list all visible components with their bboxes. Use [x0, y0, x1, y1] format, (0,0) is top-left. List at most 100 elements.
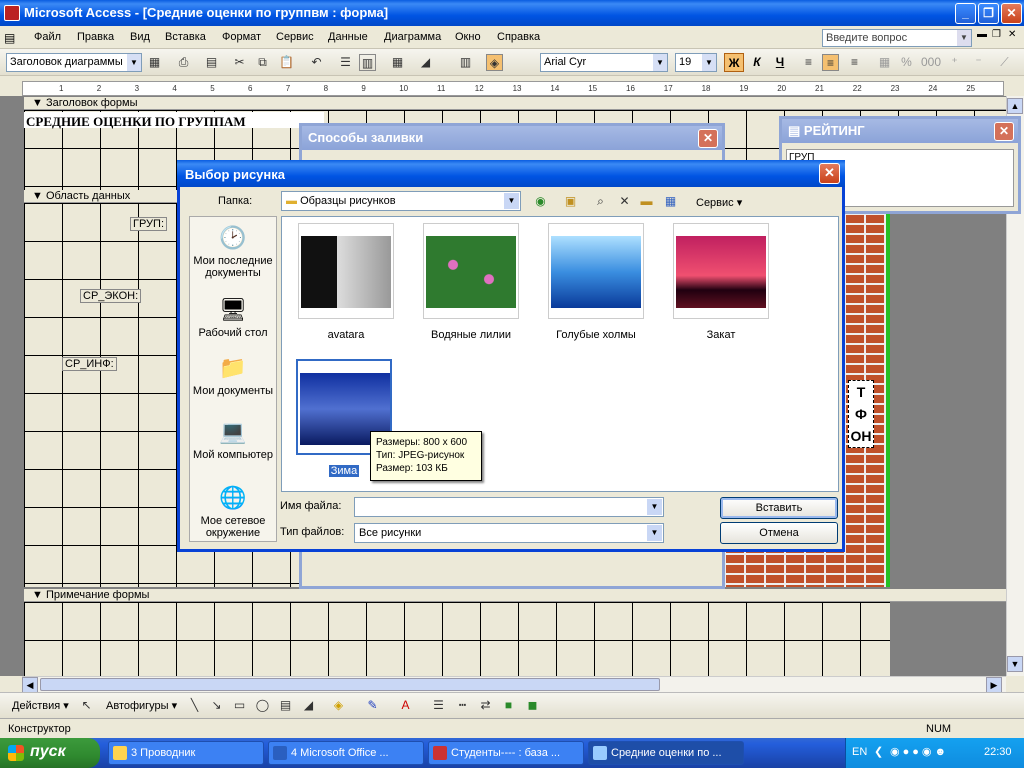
start-button[interactable]: пуск [0, 738, 100, 768]
arrow-style-icon[interactable]: ⇄ [477, 697, 494, 714]
form-footer-grid[interactable] [24, 602, 890, 676]
horizontal-scrollbar[interactable]: ◀ ▶ [22, 676, 1006, 693]
field-label-econ[interactable]: СР_ЭКОН: [80, 289, 142, 303]
chevron-down-icon[interactable]: ▼ [702, 54, 716, 71]
place-network[interactable]: 🌐 Мое сетевое окружение [190, 483, 276, 539]
datasheet-icon[interactable]: ▤ [203, 54, 220, 71]
scroll-left-icon[interactable]: ◀ [22, 677, 38, 693]
menu-view[interactable]: Вид [130, 31, 150, 43]
search-web-icon[interactable]: ⌕ [592, 193, 609, 210]
close-button[interactable]: ✕ [1001, 3, 1022, 24]
italic-button[interactable]: К [747, 53, 767, 72]
field-label-inf[interactable]: СР_ИНФ: [62, 357, 117, 371]
back-icon[interactable]: ◉ [532, 193, 549, 210]
restore-button[interactable]: ❐ [978, 3, 999, 24]
chevron-down-icon[interactable]: ▼ [504, 193, 519, 209]
textbox-icon[interactable]: ▤ [277, 697, 294, 714]
ask-dropdown-icon[interactable]: ▼ [957, 30, 971, 46]
scroll-up-icon[interactable]: ▲ [1007, 98, 1023, 114]
place-my-documents[interactable]: 📁 Мои документы [190, 353, 276, 397]
delete-icon[interactable]: ✕ [616, 193, 633, 210]
dash-style-icon[interactable]: ┅ [454, 697, 471, 714]
field-label-group[interactable]: ГРУП: [130, 217, 168, 231]
object-combo[interactable]: Заголовок диаграммы ▼ [6, 53, 142, 72]
align-center-icon[interactable]: ≡ [822, 54, 839, 71]
align-right-icon[interactable]: ≡ [846, 54, 863, 71]
tools-menu[interactable]: Сервис ▾ [696, 196, 742, 209]
up-folder-icon[interactable]: ▣ [562, 193, 579, 210]
place-desktop[interactable]: 🖥 Рабочий стол [190, 295, 276, 339]
doc-restore-icon[interactable]: ❐ [992, 29, 1001, 40]
minimize-button[interactable]: _ [955, 3, 976, 24]
chevron-down-icon[interactable]: ▼ [647, 499, 662, 515]
chart-axis-labels[interactable]: Т Ф ОН [848, 380, 874, 448]
doc-close-icon[interactable]: ✕ [1008, 29, 1016, 40]
form-footer-section-bar[interactable]: ▼ Примечание формы [24, 589, 1006, 602]
new-folder-icon[interactable]: ▬ [638, 193, 655, 210]
table-icon[interactable]: ▦ [389, 54, 406, 71]
align-left-icon[interactable]: ≡ [800, 54, 817, 71]
wordart-icon[interactable]: ◢ [300, 697, 317, 714]
place-recent[interactable]: 🕑 Мои последние документы [190, 223, 276, 279]
by-row-icon[interactable]: ☰ [337, 54, 354, 71]
taskbar-item-form[interactable]: Средние оценки по ... [588, 741, 744, 765]
format-object-icon[interactable]: ▦ [146, 54, 163, 71]
menu-edit[interactable]: Правка [77, 31, 114, 43]
form-header-title[interactable]: СРЕДНИЕ ОЦЕНКИ ПО ГРУППАМ [26, 114, 246, 130]
file-thumb[interactable]: Закат [673, 223, 769, 341]
menu-window[interactable]: Окно [455, 31, 481, 43]
menu-data[interactable]: Данные [328, 31, 368, 43]
tray-icons[interactable]: ◉●●◉☻ [890, 745, 949, 758]
tray-arrow-icon[interactable]: ❮ [874, 745, 883, 758]
copy-icon[interactable]: ⧉ [254, 54, 271, 71]
file-thumb[interactable]: Голубые холмы [548, 223, 644, 341]
rectangle-icon[interactable]: ▭ [231, 697, 248, 714]
file-thumb[interactable]: Водяные лилии [423, 223, 519, 341]
language-indicator[interactable]: EN [852, 746, 867, 758]
form-menu-icon[interactable]: ▤ [4, 31, 15, 45]
taskbar-item-database[interactable]: Студенты---- : база ... [428, 741, 584, 765]
horizontal-scroll-thumb[interactable] [40, 678, 660, 691]
menu-insert[interactable]: Вставка [165, 31, 206, 43]
bold-button[interactable]: Ж [724, 53, 744, 72]
chevron-down-icon[interactable]: ▼ [653, 54, 667, 71]
paste-icon[interactable]: 📋 [278, 54, 295, 71]
scroll-down-icon[interactable]: ▼ [1007, 656, 1023, 672]
place-my-computer[interactable]: 💻 Мой компьютер [190, 417, 276, 461]
fill-effects-close-icon[interactable]: ✕ [698, 129, 718, 148]
rating-close-icon[interactable]: ✕ [994, 122, 1014, 141]
form-header-section-bar[interactable]: ▼ Заголовок формы [24, 97, 1006, 110]
line-style-icon[interactable]: ☰ [430, 697, 447, 714]
by-column-icon[interactable]: ▥ [359, 54, 376, 71]
insert-picture-close-icon[interactable]: ✕ [819, 163, 840, 184]
font-name-combo[interactable]: Arial Cyr ▼ [540, 53, 668, 72]
menu-chart[interactable]: Диаграмма [384, 31, 441, 43]
file-thumb[interactable]: avatara [298, 223, 394, 341]
menu-file[interactable]: Файл [34, 31, 61, 43]
menu-format[interactable]: Формат [222, 31, 261, 43]
shadow-icon[interactable]: ■ [500, 697, 517, 714]
line-icon[interactable]: ╲ [186, 697, 203, 714]
gridlines-icon[interactable]: ▥ [457, 54, 474, 71]
fill-color-icon[interactable]: ◈ [330, 697, 347, 714]
menu-tools[interactable]: Сервис [276, 31, 314, 43]
fill-icon[interactable]: ◈ [486, 54, 503, 71]
filename-input[interactable]: ▼ [354, 497, 664, 517]
views-icon[interactable]: ▦ [662, 193, 679, 210]
actions-menu[interactable]: Действия ▾ [12, 699, 69, 712]
chevron-down-icon[interactable]: ▼ [647, 525, 662, 541]
font-size-combo[interactable]: 19 ▼ [675, 53, 717, 72]
doc-minimize-icon[interactable]: ▬ [977, 29, 987, 40]
undo-icon[interactable]: ↶ [308, 54, 325, 71]
select-objects-icon[interactable]: ↖ [78, 697, 95, 714]
oval-icon[interactable]: ◯ [254, 697, 271, 714]
filetype-select[interactable]: Все рисунки ▼ [354, 523, 664, 543]
taskbar-item-explorer[interactable]: 3 Проводник [108, 741, 264, 765]
line-color-icon[interactable]: ✎ [364, 697, 381, 714]
ask-question-input[interactable]: Введите вопрос ▼ [822, 29, 972, 47]
file-list[interactable]: avatara Водяные лилии Голубые холмы Зака… [281, 216, 839, 492]
menu-help[interactable]: Справка [497, 31, 540, 43]
taskbar-item-office[interactable]: 4 Microsoft Office ... [268, 741, 424, 765]
scroll-right-icon[interactable]: ▶ [986, 677, 1002, 693]
cancel-button[interactable]: Отмена [720, 522, 838, 544]
